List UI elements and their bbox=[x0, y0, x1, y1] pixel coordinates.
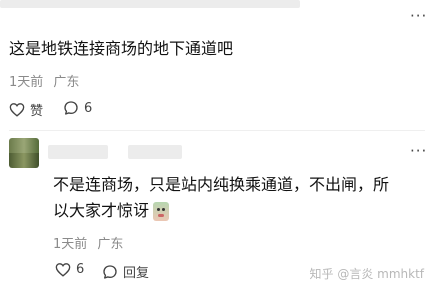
comment-text-line: 以大家才惊讶 bbox=[53, 198, 428, 224]
reply-count: 6 bbox=[84, 100, 93, 116]
like-label: 赞 bbox=[30, 104, 44, 119]
comment-bubble-icon bbox=[64, 101, 78, 115]
reply-button[interactable]: 6 bbox=[63, 100, 92, 116]
comment-location: 广东 bbox=[53, 75, 80, 90]
avatar[interactable] bbox=[9, 138, 39, 168]
heart-icon bbox=[9, 103, 25, 117]
reply-button[interactable]: 回复 bbox=[102, 262, 149, 281]
reply-label: 回复 bbox=[123, 266, 150, 281]
sticker-icon bbox=[153, 201, 170, 221]
comment-text: 不是连商场，只是站内纯换乘通道，不出闸，所 以大家才惊讶 bbox=[53, 172, 428, 224]
comment-time: 1天前 bbox=[9, 75, 44, 90]
redacted-username bbox=[48, 145, 108, 159]
more-options-button[interactable]: ··· bbox=[410, 144, 427, 159]
redacted-username-extra bbox=[128, 145, 182, 159]
like-count: 6 bbox=[76, 262, 85, 277]
comment-meta: 1天前 广东 bbox=[9, 71, 79, 90]
comment-time: 1天前 bbox=[53, 237, 88, 252]
like-button[interactable]: 6 bbox=[55, 262, 84, 277]
comment-text-line: 不是连商场，只是站内纯换乘通道，不出闸，所 bbox=[53, 175, 390, 194]
redacted-header bbox=[0, 0, 300, 8]
comment-meta: 1天前 广东 bbox=[53, 233, 123, 252]
heart-icon bbox=[55, 263, 71, 277]
watermark: 知乎 @言炎 mmhktf bbox=[309, 267, 425, 281]
divider bbox=[9, 130, 425, 131]
like-button[interactable]: 赞 bbox=[9, 100, 43, 119]
more-options-button[interactable]: ··· bbox=[410, 9, 427, 24]
comment-text: 这是地铁连接商场的地下通道吧 bbox=[9, 39, 234, 58]
comment-location: 广东 bbox=[97, 237, 124, 252]
comment-bubble-icon bbox=[103, 264, 117, 279]
comment-text-line: 以大家才惊讶 bbox=[53, 201, 150, 220]
